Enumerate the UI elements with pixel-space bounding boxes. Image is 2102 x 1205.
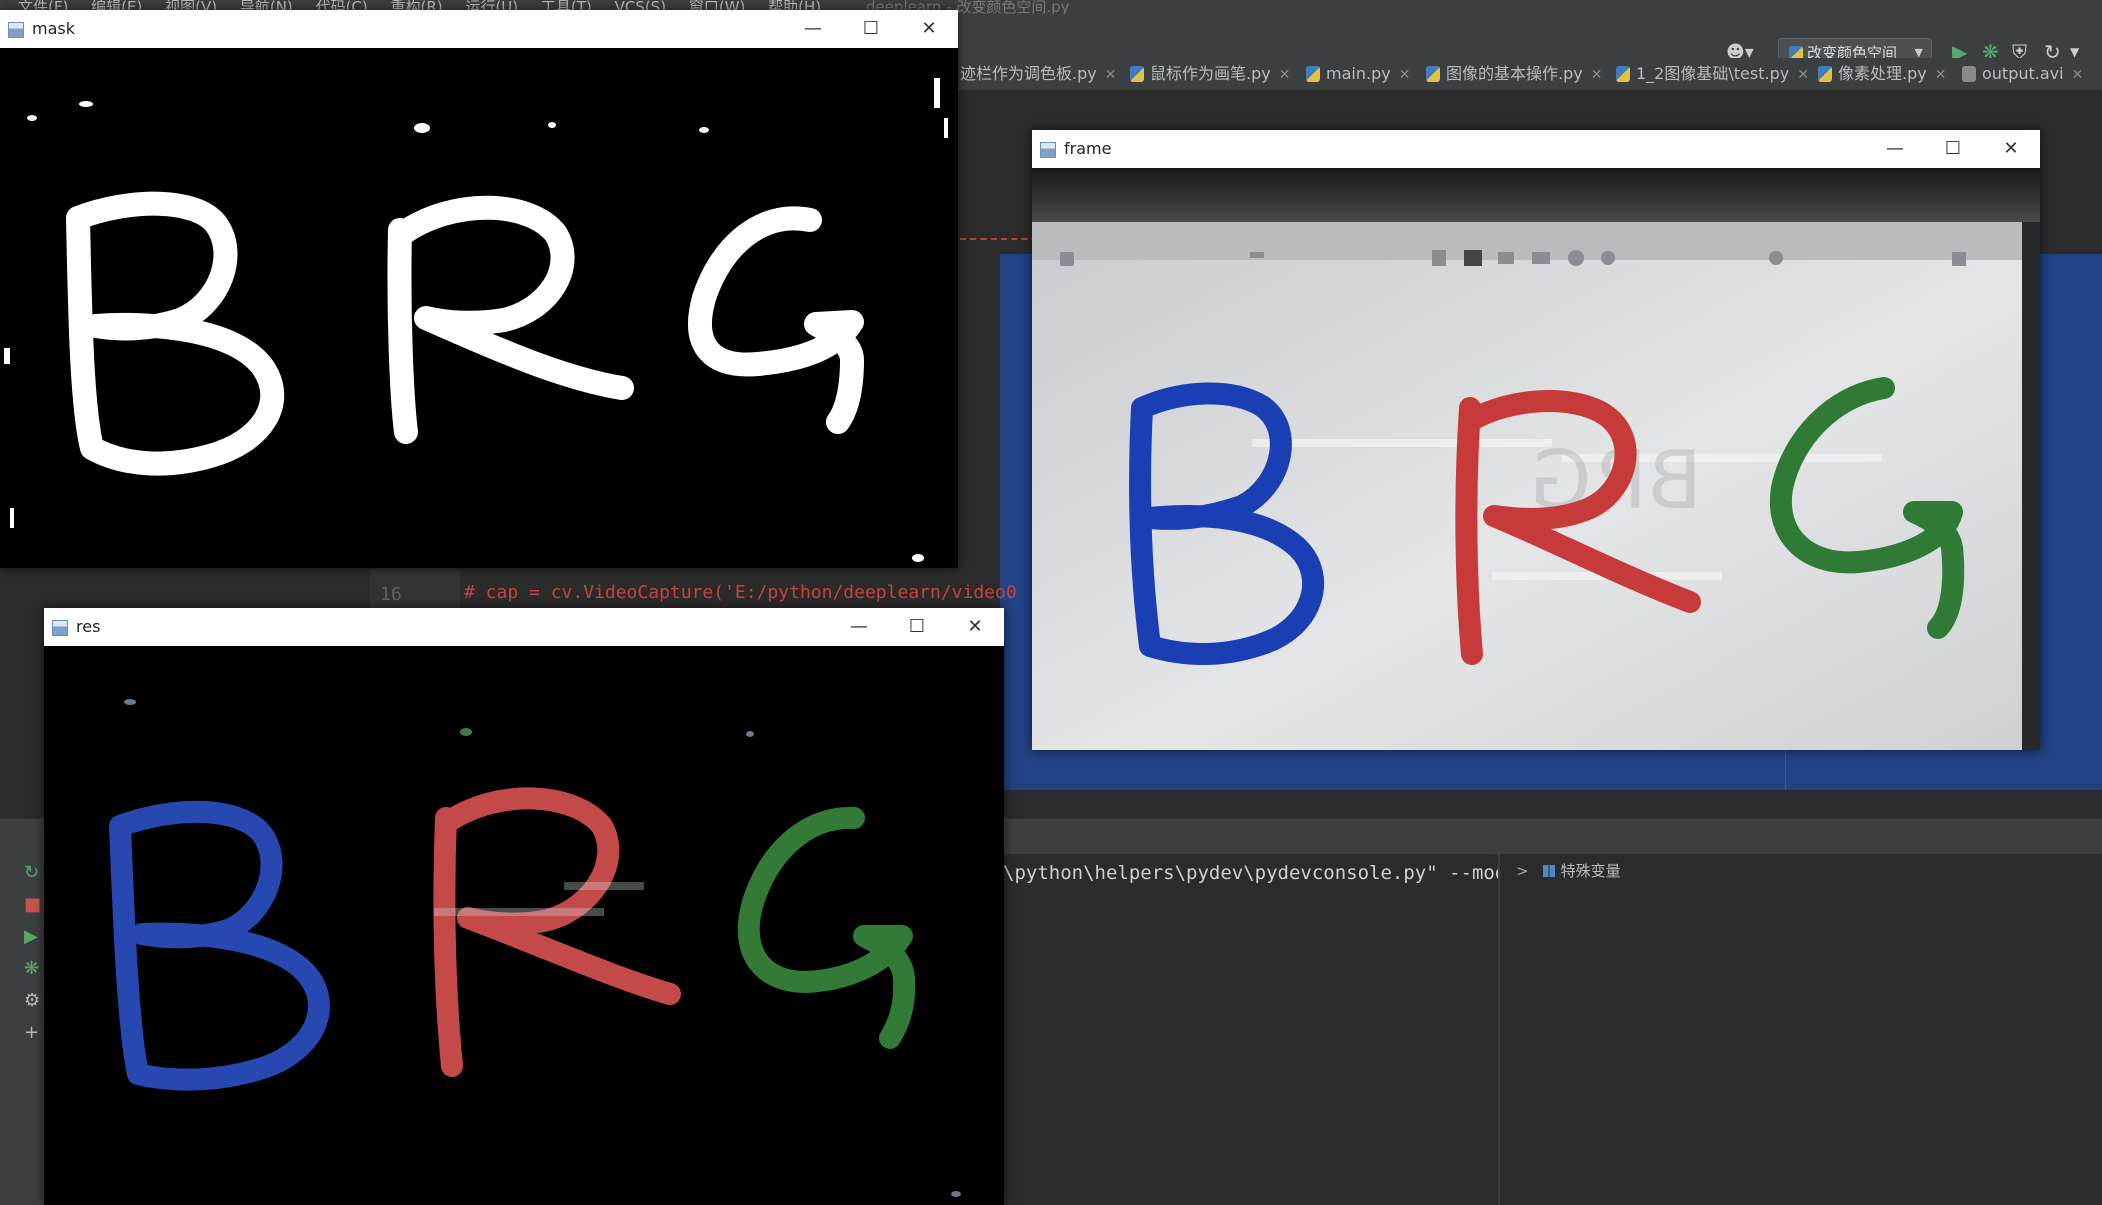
stop-icon[interactable]: ■: [24, 894, 41, 915]
tab-pixel[interactable]: 像素处理.py ✕: [1818, 58, 1946, 90]
window-app-icon: [8, 22, 24, 38]
close-icon[interactable]: ✕: [1797, 67, 1809, 83]
console-output: \python\helpers\pydev\pydevconsole.py" -…: [1003, 862, 1518, 884]
window-title: mask: [32, 19, 75, 38]
maximize-icon[interactable]: ☐: [1924, 130, 1982, 168]
tab-palette[interactable]: 迹栏作为调色板.py ✕: [960, 58, 1116, 90]
tab-main[interactable]: main.py ✕: [1306, 58, 1410, 90]
res-image: [44, 646, 1004, 1205]
python-file-icon: [1818, 66, 1832, 82]
camera-frame-graphic: BRG: [1032, 168, 2040, 750]
res-titlebar[interactable]: res — ☐ ✕: [44, 608, 1004, 646]
add-icon[interactable]: +: [24, 1022, 39, 1043]
settings-icon[interactable]: ⚙: [24, 990, 40, 1011]
masked-result-graphic: [44, 646, 1004, 1205]
mask-image: [0, 48, 958, 568]
python-file-icon: [1130, 66, 1144, 82]
console-side-toolbar: ↻ ■ ▶ ❋ ⚙ +: [0, 820, 44, 1205]
run-icon[interactable]: ▶: [24, 926, 38, 947]
binary-mask-graphic: [0, 48, 958, 568]
close-icon[interactable]: ✕: [1982, 130, 2040, 168]
close-icon[interactable]: ✕: [1591, 67, 1603, 83]
close-icon[interactable]: ✕: [1279, 67, 1291, 83]
tab-output-avi[interactable]: output.avi ✕: [1962, 58, 2083, 90]
close-icon[interactable]: ✕: [1105, 67, 1117, 83]
close-icon[interactable]: ✕: [1935, 67, 1947, 83]
special-variables-node[interactable]: > 特殊变量: [1516, 860, 1621, 881]
rerun-icon[interactable]: ↻: [24, 862, 39, 883]
close-icon[interactable]: ✕: [946, 608, 1004, 646]
tab-test[interactable]: 1_2图像基础\test.py ✕: [1616, 58, 1809, 90]
frame-image: BRG: [1032, 168, 2040, 750]
window-title: frame: [1064, 139, 1112, 158]
window-app-icon: [52, 620, 68, 636]
mask-window[interactable]: mask — ☐ ✕: [0, 10, 958, 568]
res-window[interactable]: res — ☐ ✕: [44, 608, 1004, 1205]
tab-mouse-brush[interactable]: 鼠标作为画笔.py ✕: [1130, 58, 1290, 90]
tab-image-ops[interactable]: 图像的基本操作.py ✕: [1426, 58, 1602, 90]
frame-window[interactable]: frame — ☐ ✕ BRG: [1032, 130, 2040, 750]
minimize-icon[interactable]: —: [1866, 130, 1924, 168]
window-app-icon: [1040, 142, 1056, 158]
debug-icon[interactable]: ❋: [24, 958, 39, 979]
variables-panel: [1498, 854, 2102, 1205]
close-icon[interactable]: ✕: [2072, 67, 2084, 83]
close-icon[interactable]: ✕: [900, 10, 958, 48]
maximize-icon[interactable]: ☐: [888, 608, 946, 646]
maximize-icon[interactable]: ☐: [842, 10, 900, 48]
python-file-icon: [1306, 66, 1320, 82]
chevron-right-icon: >: [1516, 862, 1529, 880]
mask-titlebar[interactable]: mask — ☐ ✕: [0, 10, 958, 48]
python-file-icon: [1616, 66, 1630, 82]
python-file-icon: [1426, 66, 1440, 82]
video-file-icon: [1962, 66, 1976, 82]
minimize-icon[interactable]: —: [784, 10, 842, 48]
code-comment-line: # cap = cv.VideoCapture('E:/python/deepl…: [464, 582, 1017, 603]
minimize-icon[interactable]: —: [830, 608, 888, 646]
close-icon[interactable]: ✕: [1399, 67, 1411, 83]
window-title: res: [76, 617, 101, 636]
frame-titlebar[interactable]: frame — ☐ ✕: [1032, 130, 2040, 168]
line-number: 16: [380, 584, 402, 605]
variables-icon: [1542, 865, 1555, 877]
